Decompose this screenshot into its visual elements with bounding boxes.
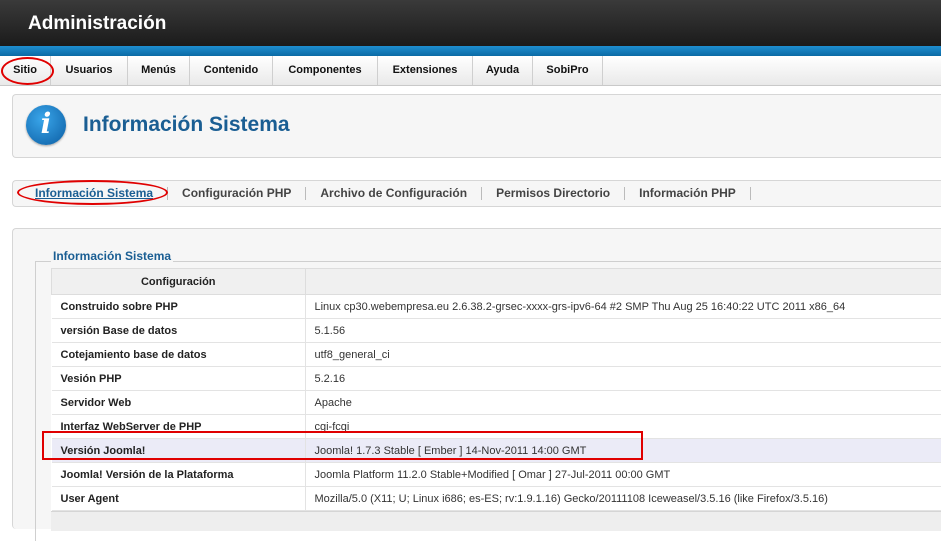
tab-configuracion-php[interactable]: Configuración PHP — [168, 187, 306, 200]
row-value: utf8_general_ci — [305, 343, 941, 367]
row-value: Joomla Platform 11.2.0 Stable+Modified [… — [305, 463, 941, 487]
row-key: User Agent — [52, 487, 306, 511]
page-title-panel: i Información Sistema — [12, 94, 941, 158]
row-key: versión Base de datos — [52, 319, 306, 343]
row-key: Joomla! Versión de la Plataforma — [52, 463, 306, 487]
fieldset-legend: Información Sistema — [51, 249, 173, 263]
table-row: Servidor Web Apache — [52, 391, 941, 415]
table-footer-bar — [51, 511, 941, 531]
row-key: Vesión PHP — [52, 367, 306, 391]
row-value: Apache — [305, 391, 941, 415]
fieldset-border-left — [35, 261, 36, 541]
tab-informacion-php[interactable]: Información PHP — [625, 187, 751, 200]
system-info-panel: Información Sistema Configuración Constr… — [12, 228, 941, 529]
row-key: Servidor Web — [52, 391, 306, 415]
info-icon: i — [26, 105, 66, 145]
row-value: Mozilla/5.0 (X11; U; Linux i686; es-ES; … — [305, 487, 941, 511]
page-title: Información Sistema — [83, 113, 290, 137]
table-row: User Agent Mozilla/5.0 (X11; U; Linux i6… — [52, 487, 941, 511]
menu-ayuda[interactable]: Ayuda — [473, 56, 533, 85]
admin-header: Administración — [0, 0, 941, 46]
table-row: Cotejamiento base de datos utf8_general_… — [52, 343, 941, 367]
menu-contenido[interactable]: Contenido — [190, 56, 273, 85]
tab-permisos-directorio[interactable]: Permisos Directorio — [482, 187, 625, 200]
annotation-box-joomla-version — [42, 431, 643, 460]
column-header-configuracion: Configuración — [52, 269, 306, 295]
table-row: Construido sobre PHP Linux cp30.webempre… — [52, 295, 941, 319]
row-value: 5.2.16 — [305, 367, 941, 391]
admin-title: Administración — [28, 13, 166, 35]
tab-archivo-configuracion[interactable]: Archivo de Configuración — [306, 187, 482, 200]
menu-extensiones[interactable]: Extensiones — [378, 56, 473, 85]
row-key: Construido sobre PHP — [52, 295, 306, 319]
menu-menus[interactable]: Menús — [128, 56, 190, 85]
table-row: Joomla! Versión de la Plataforma Joomla … — [52, 463, 941, 487]
system-info-table: Configuración Construido sobre PHP Linux… — [51, 268, 941, 511]
annotation-circle-sitio — [1, 57, 54, 85]
row-key: Cotejamiento base de datos — [52, 343, 306, 367]
table-row: Vesión PHP 5.2.16 — [52, 367, 941, 391]
menu-componentes[interactable]: Componentes — [273, 56, 378, 85]
menu-sobipro[interactable]: SobiPro — [533, 56, 603, 85]
row-value: 5.1.56 — [305, 319, 941, 343]
row-value: Linux cp30.webempresa.eu 2.6.38.2-grsec-… — [305, 295, 941, 319]
main-menu-bar: Sitio Usuarios Menús Contenido Component… — [0, 56, 941, 86]
column-header-value — [305, 269, 941, 295]
annotation-circle-tab — [17, 180, 168, 205]
table-row: versión Base de datos 5.1.56 — [52, 319, 941, 343]
header-accent-strip — [0, 46, 941, 56]
menu-usuarios[interactable]: Usuarios — [51, 56, 128, 85]
table-header-row: Configuración — [52, 269, 941, 295]
